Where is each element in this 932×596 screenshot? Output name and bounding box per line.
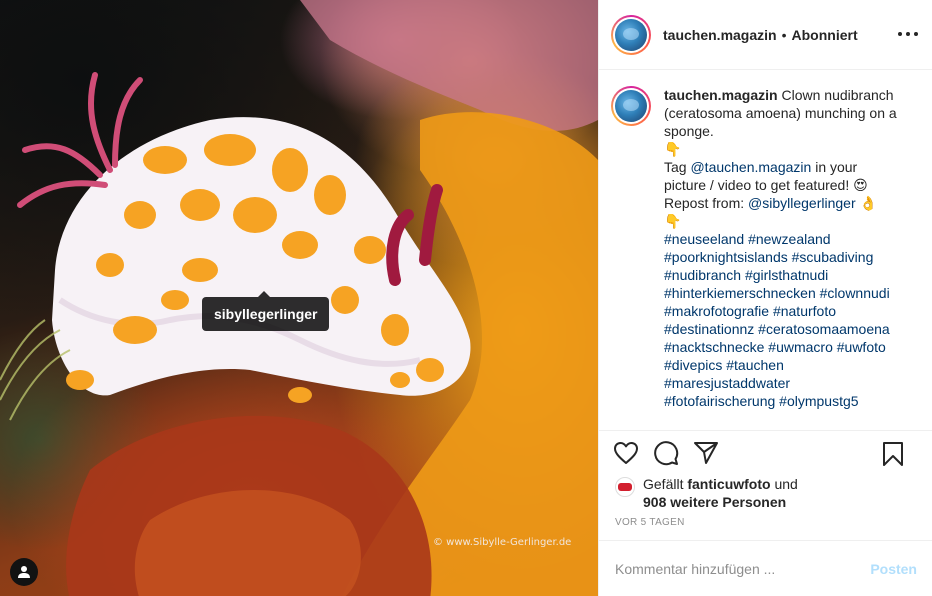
caption-line: Clown nudibranch — [781, 87, 894, 103]
liker-avatar[interactable] — [615, 477, 635, 497]
more-options-icon[interactable] — [898, 24, 918, 44]
mention-link[interactable]: @tauchen.magazin — [690, 159, 811, 175]
likes-prefix: Gefällt — [643, 476, 688, 492]
hashtag-line[interactable]: #nacktschnecke #uwmacro #uwfoto — [664, 338, 908, 356]
mention-link[interactable]: @sibyllegerlinger — [748, 195, 856, 211]
hashtag-line[interactable]: #divepics #tauchen — [664, 356, 908, 374]
featured-text: picture / video to get featured! — [664, 177, 854, 193]
follow-status-button[interactable]: Abonniert — [792, 27, 858, 43]
hashtag-line[interactable]: #makrofotografie #naturfoto — [664, 302, 908, 320]
hashtag-line[interactable]: #maresjustaddwater — [664, 374, 908, 392]
others-likes-link[interactable]: 908 weitere Personen — [643, 494, 786, 510]
liker-username[interactable]: fanticuwfoto — [687, 476, 770, 492]
likes-summary: Gefällt fanticuwfoto und 908 weitere Per… — [599, 475, 932, 511]
post-viewer: sibyllegerlinger © www.Sibylle-Gerlinger… — [0, 0, 932, 596]
caption-line: sponge. — [664, 123, 714, 139]
repost-prefix: Repost from: — [664, 195, 749, 211]
heart-icon[interactable] — [613, 440, 639, 466]
tag-prefix: Tag — [664, 159, 691, 175]
caption-avatar[interactable] — [611, 86, 651, 126]
post-header: tauchen.magazin • Abonniert — [599, 0, 932, 70]
point-down-emoji: 👇 — [664, 141, 682, 157]
comment-input[interactable] — [615, 560, 871, 577]
avatar[interactable] — [611, 14, 651, 55]
caption-text: tauchen.magazin Clown nudibranch (cerato… — [664, 86, 908, 430]
hashtag-line[interactable]: #nudibranch #girlsthatnudi — [664, 266, 908, 284]
user-tag-tooltip[interactable]: sibyllegerlinger — [202, 291, 330, 331]
header-username[interactable]: tauchen.magazin — [663, 27, 777, 43]
caption-line: (ceratosoma amoena) munching on a — [664, 105, 897, 121]
point-down-emoji: 👇 — [664, 213, 682, 229]
separator-dot: • — [781, 26, 787, 43]
post-sidebar: tauchen.magazin • Abonniert tauchen.maga… — [598, 0, 932, 596]
bookmark-icon[interactable] — [880, 441, 906, 467]
heart-eyes-emoji: 😍 — [853, 177, 868, 193]
user-tag-icon — [18, 566, 30, 578]
photo-credit-watermark: © www.Sibylle-Gerlinger.de — [433, 537, 572, 548]
hashtag-line[interactable]: #poorknightsislands #scubadiving — [664, 248, 908, 266]
action-bar — [599, 431, 932, 475]
hashtag-line[interactable]: #hinterkiemerschnecken #clownnudi — [664, 284, 908, 302]
post-comment-button[interactable]: Posten — [870, 561, 917, 577]
hashtag-line[interactable]: #destinationnz #ceratosomaamoena — [664, 320, 908, 338]
post-photo[interactable]: sibyllegerlinger © www.Sibylle-Gerlinger… — [0, 0, 598, 596]
tag-suffix: in your — [811, 159, 858, 175]
caption-username[interactable]: tauchen.magazin — [664, 87, 778, 103]
ok-hand-emoji: 👌 — [859, 195, 877, 211]
comment-form: Posten — [599, 540, 932, 596]
comment-icon[interactable] — [653, 440, 679, 466]
user-tag-button[interactable] — [10, 558, 38, 586]
hashtag-line[interactable]: #fotofairischerung #olympustg5 — [664, 392, 908, 410]
likes-connector: und — [770, 476, 798, 492]
share-icon[interactable] — [693, 440, 719, 466]
caption-section: tauchen.magazin Clown nudibranch (cerato… — [599, 70, 932, 431]
post-timestamp[interactable]: VOR 5 TAGEN — [599, 511, 932, 535]
hashtag-line[interactable]: #neuseeland #newzealand — [664, 230, 908, 248]
